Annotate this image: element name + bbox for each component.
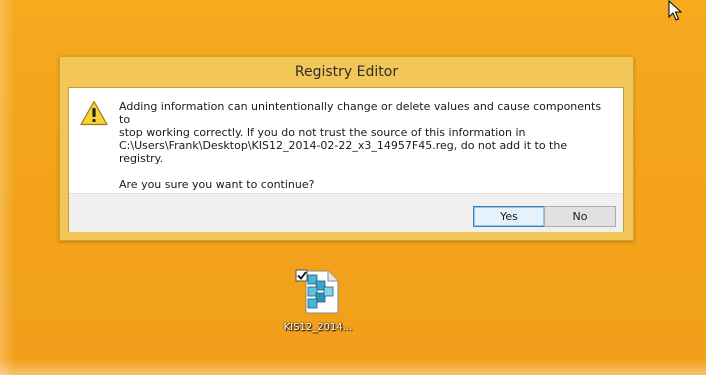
confirmation-question: Are you sure you want to continue? [119, 178, 315, 191]
message-line: Adding information can unintentionally c… [119, 100, 602, 126]
mouse-cursor-icon [668, 0, 683, 21]
dialog-body: Adding information can unintentionally c… [68, 87, 624, 232]
dialog-title: Registry Editor [294, 64, 399, 80]
yes-button[interactable]: Yes [473, 206, 545, 227]
warning-icon [80, 100, 108, 126]
registry-file-icon [295, 269, 339, 314]
message-line: stop working correctly. If you do not tr… [119, 126, 526, 139]
desktop-file-item[interactable]: KIS12_2014... [281, 267, 355, 342]
desktop-file-label: KIS12_2014... [283, 322, 353, 333]
dialog-message: Adding information can unintentionally c… [119, 100, 609, 191]
dialog-footer: Yes No [69, 193, 623, 232]
desktop-shade-bottom [0, 359, 706, 375]
dialog-content: Adding information can unintentionally c… [69, 88, 623, 193]
desktop-background: Registry Editor Adding information can u… [0, 0, 706, 375]
message-line: C:\Users\Frank\Desktop\KIS12_2014-02-22_… [119, 139, 568, 165]
registry-editor-dialog: Registry Editor Adding information can u… [59, 56, 634, 241]
desktop-shade [0, 0, 14, 375]
no-button[interactable]: No [544, 206, 616, 227]
